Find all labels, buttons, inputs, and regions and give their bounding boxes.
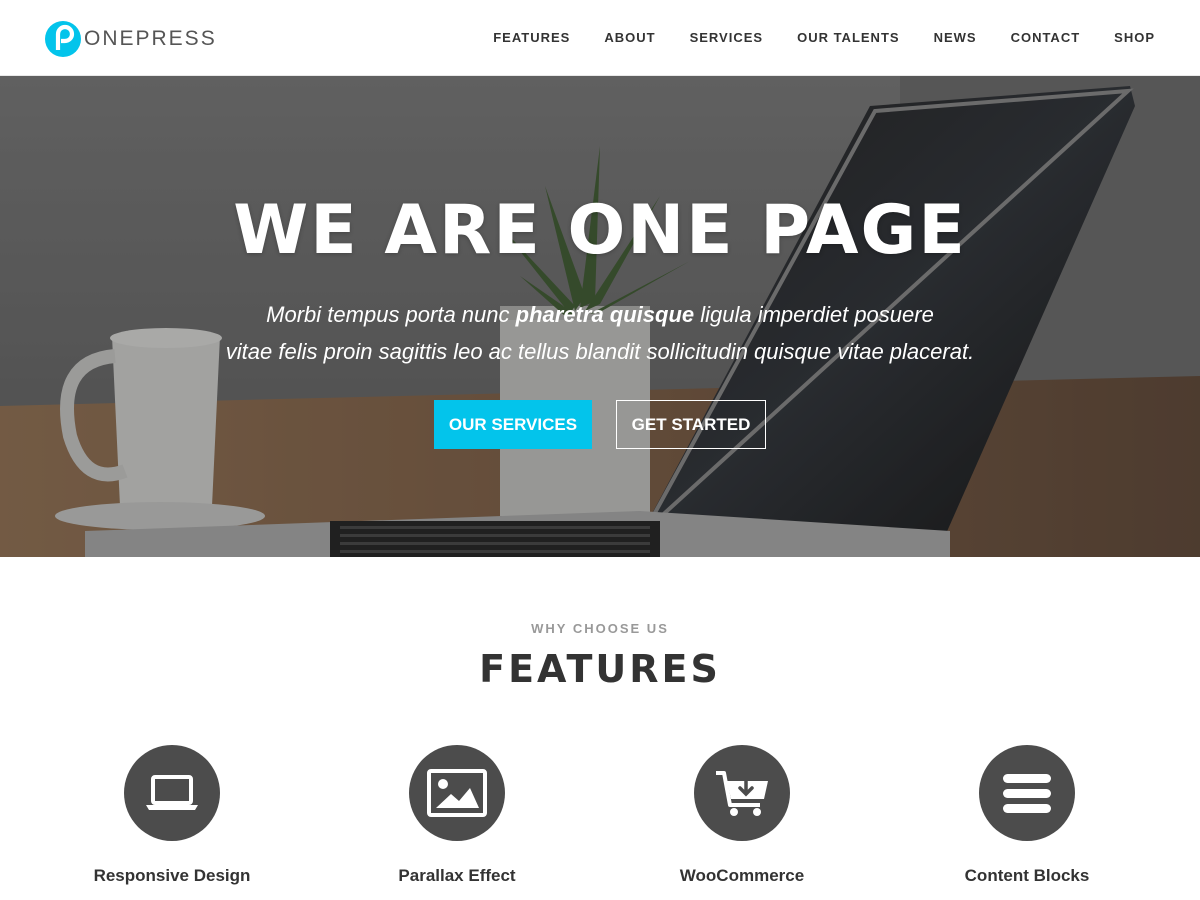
hero-subtitle-bold: pharetra quisque [515,302,695,327]
feature-item: Parallax Effect [337,745,577,886]
nav-our-talents[interactable]: OUR TALENTS [797,30,899,45]
feature-item: Responsive Design [52,745,292,886]
hero-subtitle: Morbi tempus porta nunc pharetra quisque… [150,296,1050,370]
logo-text: ONEPRESS [84,27,217,50]
nav-contact[interactable]: CONTACT [1011,30,1081,45]
section-subtitle: WHY CHOOSE US [531,621,669,636]
laptop-icon [124,745,220,841]
nav-shop[interactable]: SHOP [1114,30,1155,45]
nav-news[interactable]: NEWS [934,30,977,45]
features-section: WHY CHOOSE US FEATURES Responsive Design… [0,557,1200,900]
site-header: ONEPRESS FEATURES ABOUT SERVICES OUR TAL… [0,0,1200,76]
hero-section: WE ARE ONE PAGE Morbi tempus porta nunc … [0,76,1200,557]
cart-download-icon [694,745,790,841]
logo-p-icon [45,21,81,57]
feature-item: Content Blocks [907,745,1147,886]
nav-services[interactable]: SERVICES [690,30,764,45]
main-nav: FEATURES ABOUT SERVICES OUR TALENTS NEWS… [459,0,1155,76]
nav-about[interactable]: ABOUT [604,30,655,45]
image-icon [409,745,505,841]
nav-features[interactable]: FEATURES [493,30,570,45]
feature-item: WooCommerce [622,745,862,886]
feature-name: Parallax Effect [398,866,516,885]
hero-subtitle-line-2: vitae felis proin sagittis leo ac tellus… [225,339,975,364]
feature-name: WooCommerce [679,866,805,885]
feature-name: Content Blocks [964,866,1090,885]
feature-name: Responsive Design [93,866,251,885]
hero-subtitle-text-1: Morbi tempus porta nunc [266,302,516,327]
our-services-button[interactable]: OUR SERVICES [434,400,592,449]
get-started-button[interactable]: GET STARTED [616,400,766,449]
hero-subtitle-text-2: ligula imperdiet posuere [694,302,934,327]
hero-content: WE ARE ONE PAGE Morbi tempus porta nunc … [0,76,1200,557]
section-title: FEATURES [479,647,721,691]
hero-title: WE ARE ONE PAGE [233,191,967,270]
bars-icon [979,745,1075,841]
site-logo[interactable]: ONEPRESS [45,20,217,58]
